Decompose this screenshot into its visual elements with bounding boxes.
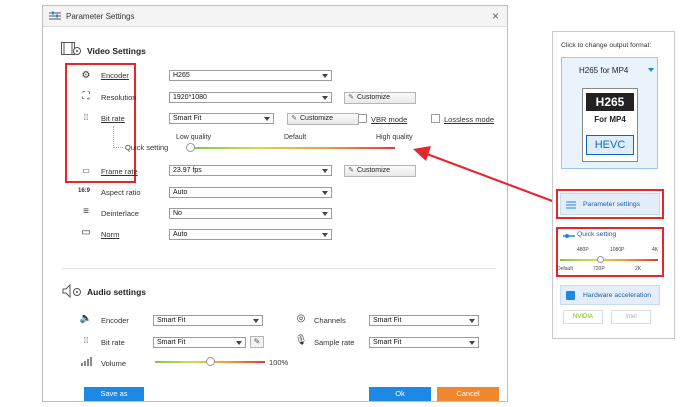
dialog-titlebar: Parameter Settings × — [43, 6, 507, 27]
default-quality-label: Default — [284, 134, 307, 141]
section-divider — [61, 268, 496, 269]
audio-bitrate-icon: ⁞⁞ — [83, 336, 89, 345]
pencil-icon: ✎ — [348, 94, 354, 101]
resolution-icon: ⛶ — [82, 91, 90, 102]
dialog-title: Parameter Settings — [66, 12, 135, 21]
format-icon-mp4: For MP4 — [594, 115, 626, 124]
cancel-button[interactable]: Cancel — [437, 387, 499, 401]
video-settings-title: Video Settings — [87, 46, 146, 56]
qs-1080p: 1080P — [610, 247, 625, 253]
monitor-icon: ▭ — [81, 227, 91, 238]
encoder-select[interactable]: H265 — [169, 70, 332, 81]
close-icon[interactable]: × — [492, 9, 499, 23]
nvidia-badge[interactable]: NVIDIA — [563, 310, 603, 324]
audio-bitrate-label: Bit rate — [101, 338, 125, 347]
qs-480p: 480P — [577, 247, 589, 253]
qs-2k: 2K — [635, 266, 642, 272]
frame-rate-select[interactable]: 23.97 fps — [169, 165, 332, 176]
volume-slider-thumb[interactable] — [206, 357, 215, 366]
pencil-icon: ✎ — [291, 115, 297, 122]
bitrate-select[interactable]: Smart Fit — [169, 113, 274, 124]
settings-sliders-icon — [566, 200, 576, 209]
quick-setting-title: Quick setting — [577, 231, 617, 238]
microphone-icon: 🎙 — [294, 335, 308, 346]
hardware-acceleration-button[interactable]: Hardware acceleration — [560, 285, 660, 305]
format-icon-h265: H265 — [586, 93, 634, 111]
hardware-acceleration-label: Hardware acceleration — [583, 292, 652, 299]
encoder-gear-icon: ⚙ — [81, 70, 91, 81]
lossless-mode-label[interactable]: Lossless mode — [444, 115, 494, 124]
video-settings-icon — [61, 42, 81, 56]
output-format-panel: Click to change output format: H265 for … — [552, 31, 675, 339]
aspect-ratio-icon: 16:9 — [77, 188, 90, 194]
audio-settings-title: Audio settings — [87, 287, 147, 297]
encoder-label[interactable]: Encoder — [101, 71, 129, 80]
pointer-arrow — [413, 146, 556, 204]
quick-setting-slider-thumb[interactable] — [597, 256, 604, 263]
audio-encoder-select[interactable]: Smart Fit — [153, 315, 263, 326]
channels-icon: ◎ — [296, 313, 306, 324]
deinterlace-select[interactable]: No — [169, 208, 332, 219]
settings-sliders-icon — [49, 11, 61, 21]
sample-rate-select[interactable]: Smart Fit — [369, 337, 479, 348]
channels-label: Channels — [314, 316, 346, 325]
pencil-icon: ✎ — [348, 167, 354, 174]
aspect-ratio-label: Aspect ratio — [101, 188, 141, 197]
format-card[interactable]: H265 for MP4 H265 For MP4 HEVC — [561, 57, 658, 169]
qs-4k: 4K — [652, 247, 659, 253]
quality-slider-thumb[interactable] — [186, 143, 195, 152]
tree-connector — [113, 147, 123, 148]
deinterlace-label: Deinterlace — [101, 209, 139, 218]
lossless-mode-checkbox[interactable] — [431, 114, 440, 123]
norm-select[interactable]: Auto — [169, 229, 332, 240]
bitrate-label[interactable]: Bit rate — [101, 114, 125, 123]
volume-label: Volume — [101, 359, 127, 368]
resolution-select[interactable]: 1920*1080 — [169, 92, 332, 103]
frame-rate-icon: ▭ — [82, 166, 90, 175]
qs-720p: 720P — [593, 266, 605, 272]
audio-bitrate-select[interactable]: Smart Fit — [153, 337, 246, 348]
save-as-button[interactable]: Save as — [84, 387, 144, 401]
resolution-label: Resolution — [101, 93, 137, 102]
audio-encoder-label: Encoder — [101, 316, 129, 325]
quick-setting-icon — [563, 232, 575, 238]
quality-slider-track[interactable] — [190, 147, 395, 149]
output-format-heading: Click to change output format: — [561, 42, 652, 49]
aspect-ratio-select[interactable]: Auto — [169, 187, 332, 198]
speaker-icon: 🔈 — [79, 313, 93, 324]
volume-bars-icon — [81, 356, 93, 366]
resolution-customize-button[interactable]: ✎ Customize — [344, 92, 416, 104]
quick-setting-slider-track[interactable] — [560, 259, 658, 261]
qs-default: Default — [557, 266, 573, 272]
chip-icon — [566, 291, 575, 300]
chevron-down-icon[interactable] — [648, 68, 654, 72]
parameter-settings-label: Parameter settings — [583, 201, 641, 208]
sample-rate-label: Sample rate — [314, 338, 355, 347]
quick-setting-label: Quick setting — [125, 143, 169, 152]
deinterlace-icon: ≡ — [83, 206, 89, 217]
audio-settings-icon — [62, 283, 82, 299]
vbr-mode-checkbox[interactable] — [358, 114, 367, 123]
vbr-mode-label[interactable]: VBR mode — [371, 115, 407, 124]
frame-rate-label[interactable]: Frame rate — [101, 167, 138, 176]
intel-badge[interactable]: Intel — [611, 310, 651, 324]
ok-button[interactable]: Ok — [369, 387, 431, 401]
channels-select[interactable]: Smart Fit — [369, 315, 479, 326]
low-quality-label: Low quality — [176, 134, 212, 141]
format-name: H265 for MP4 — [579, 66, 629, 75]
tree-connector — [113, 126, 114, 148]
norm-label[interactable]: Norm — [101, 230, 119, 239]
audio-bitrate-edit-icon[interactable]: ✎ — [250, 336, 264, 348]
format-icon-hevc: HEVC — [586, 135, 634, 155]
format-icon: H265 For MP4 HEVC — [582, 88, 638, 162]
volume-value: 100% — [269, 358, 289, 367]
bitrate-customize-button[interactable]: ✎ Customize — [287, 113, 359, 125]
highlight-box-video-labels — [65, 63, 136, 183]
parameter-settings-button[interactable]: Parameter settings — [560, 193, 660, 215]
bitrate-icon: ⁞⁞ — [83, 113, 89, 122]
